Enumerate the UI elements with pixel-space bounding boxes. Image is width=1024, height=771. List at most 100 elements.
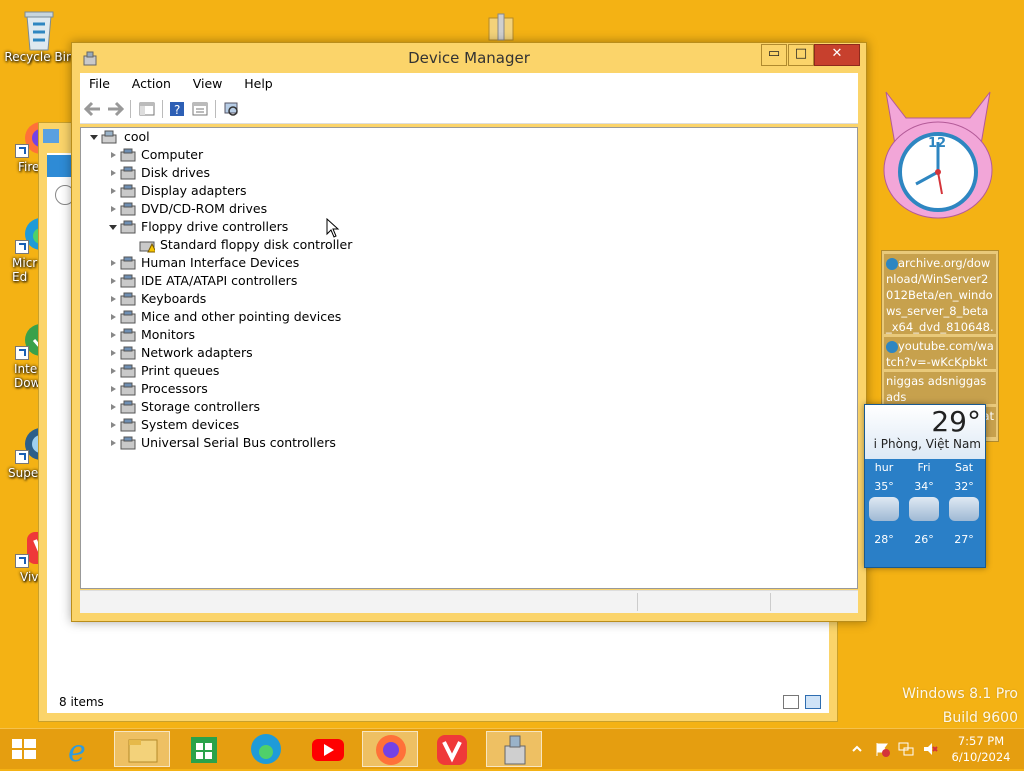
clock-number: 12 xyxy=(928,136,947,151)
menu-action[interactable]: Action xyxy=(123,73,180,95)
expand-arrow-icon[interactable] xyxy=(108,380,118,398)
feed-item[interactable]: niggas adsniggas ads xyxy=(884,372,996,404)
svg-text:e: e xyxy=(68,734,86,767)
status-item-count: 8 items xyxy=(59,695,104,709)
action-center-flag-icon[interactable] xyxy=(874,741,890,757)
help-icon[interactable]: ? xyxy=(168,100,186,118)
computer-icon xyxy=(120,147,136,163)
windows-watermark-edition: Windows 8.1 Pro xyxy=(902,686,1018,702)
file-explorer-icon[interactable] xyxy=(114,731,170,767)
close-button[interactable]: ✕ xyxy=(814,44,860,66)
weather-location: i Phòng, Việt Nam xyxy=(873,437,981,451)
collapse-arrow-icon[interactable] xyxy=(108,218,118,236)
taskbar-clock[interactable]: 7:57 PM 6/10/2024 xyxy=(948,733,1014,765)
scan-hardware-icon[interactable] xyxy=(222,100,240,118)
folder-icon[interactable] xyxy=(486,12,516,42)
shortcut-arrow-icon xyxy=(15,144,29,158)
minimize-button[interactable]: ▭ xyxy=(761,44,787,66)
clock-gadget[interactable]: 12 xyxy=(876,90,1000,220)
network-adapter-icon xyxy=(120,345,136,361)
network-icon[interactable] xyxy=(898,741,914,757)
expand-arrow-icon[interactable] xyxy=(108,164,118,182)
monitor-icon xyxy=(120,327,136,343)
cloud-icon xyxy=(949,497,979,521)
hid-icon xyxy=(120,255,136,271)
expand-arrow-icon[interactable] xyxy=(108,344,118,362)
shortcut-arrow-icon xyxy=(15,554,29,568)
maximize-button[interactable]: □ xyxy=(788,44,814,66)
collapse-arrow-icon[interactable] xyxy=(89,128,99,146)
status-cell xyxy=(770,593,857,611)
expand-arrow-icon[interactable] xyxy=(108,416,118,434)
internet-explorer-icon[interactable]: e xyxy=(54,731,110,769)
svg-text:?: ? xyxy=(174,103,180,117)
explorer-titlebar-icon xyxy=(43,129,59,143)
expand-arrow-icon[interactable] xyxy=(108,398,118,416)
dvd-drive-icon xyxy=(120,201,136,217)
window-title: Device Manager xyxy=(408,49,530,67)
tree-label: Display adapters xyxy=(141,183,247,198)
show-hide-console-tree-icon[interactable] xyxy=(138,100,156,118)
large-icons-view-icon[interactable] xyxy=(805,695,821,709)
expand-arrow-icon[interactable] xyxy=(108,308,118,326)
volume-muted-icon[interactable] xyxy=(922,741,938,757)
tree-label: Universal Serial Bus controllers xyxy=(141,435,336,450)
feed-item[interactable]: archive.org/download/WinServer2012Beta/e… xyxy=(884,254,996,350)
expand-arrow-icon[interactable] xyxy=(108,362,118,380)
weather-gadget[interactable]: 29° i Phòng, Việt Nam hur 35° 28° Fri 34… xyxy=(864,404,986,568)
vivaldi-taskbar-icon[interactable] xyxy=(424,731,480,767)
disk-drive-icon xyxy=(120,165,136,181)
menu-bar: File Action View Help xyxy=(80,73,858,95)
feed-item[interactable]: youtube.com/watch?v=-wKcKpbktaQ xyxy=(884,337,996,385)
shortcut-arrow-icon xyxy=(15,450,29,464)
youtube-icon[interactable] xyxy=(300,731,356,767)
menu-help[interactable]: Help xyxy=(235,73,282,95)
store-icon[interactable] xyxy=(176,731,232,767)
show-hidden-icons-chevron-icon[interactable] xyxy=(852,743,862,753)
cloud-icon xyxy=(909,497,939,521)
tree-label: Network adapters xyxy=(141,345,253,360)
details-view-icon[interactable] xyxy=(783,695,799,709)
back-arrow-icon[interactable] xyxy=(83,100,102,118)
toolbar-separator xyxy=(162,100,163,118)
forecast-day: hur 35° 28° xyxy=(865,461,903,546)
computer-root-icon xyxy=(101,129,117,145)
shortcut-arrow-icon xyxy=(15,240,29,254)
tree-label: cool xyxy=(124,129,150,144)
tree-label: Human Interface Devices xyxy=(141,255,300,270)
tree-label: Monitors xyxy=(141,327,196,342)
expand-arrow-icon[interactable] xyxy=(108,290,118,308)
expand-arrow-icon[interactable] xyxy=(108,200,118,218)
properties-icon[interactable] xyxy=(191,100,209,118)
device-manager-window[interactable]: Device Manager ▭ □ ✕ File Action View He… xyxy=(71,42,867,622)
menu-file[interactable]: File xyxy=(80,73,119,95)
menu-view[interactable]: View xyxy=(184,73,232,95)
tree-label: IDE ATA/ATAPI controllers xyxy=(141,273,298,288)
desktop-icon-recycle-bin[interactable]: Recycle Bin xyxy=(4,8,74,64)
tree-label: Print queues xyxy=(141,363,220,378)
expand-arrow-icon[interactable] xyxy=(108,146,118,164)
display-adapter-icon xyxy=(120,183,136,199)
device-manager-taskbar-icon[interactable] xyxy=(486,731,542,767)
system-tray xyxy=(850,729,946,769)
mouse-cursor xyxy=(326,217,340,238)
expand-arrow-icon[interactable] xyxy=(108,182,118,200)
tree-label: System devices xyxy=(141,417,240,432)
forward-arrow-icon[interactable] xyxy=(106,100,125,118)
desktop-icon-label: Recycle Bin xyxy=(4,50,74,64)
start-button[interactable] xyxy=(0,731,48,767)
expand-arrow-icon[interactable] xyxy=(108,254,118,272)
ide-controller-icon xyxy=(120,273,136,289)
system-device-icon xyxy=(120,417,136,433)
expand-arrow-icon[interactable] xyxy=(108,326,118,344)
edge-taskbar-icon[interactable] xyxy=(238,731,294,767)
expand-arrow-icon[interactable] xyxy=(108,434,118,452)
device-tree[interactable]: cool Computer Disk drives Display adapters… xyxy=(80,127,858,589)
taskbar: e 7:57 PM 6/10/2024 xyxy=(0,728,1024,769)
weather-temperature: 29° xyxy=(931,405,981,438)
expand-arrow-icon[interactable] xyxy=(108,272,118,290)
storage-controller-icon xyxy=(120,399,136,415)
firefox-taskbar-icon[interactable] xyxy=(362,731,418,767)
processor-icon xyxy=(120,381,136,397)
toolbar: ? xyxy=(80,95,858,124)
